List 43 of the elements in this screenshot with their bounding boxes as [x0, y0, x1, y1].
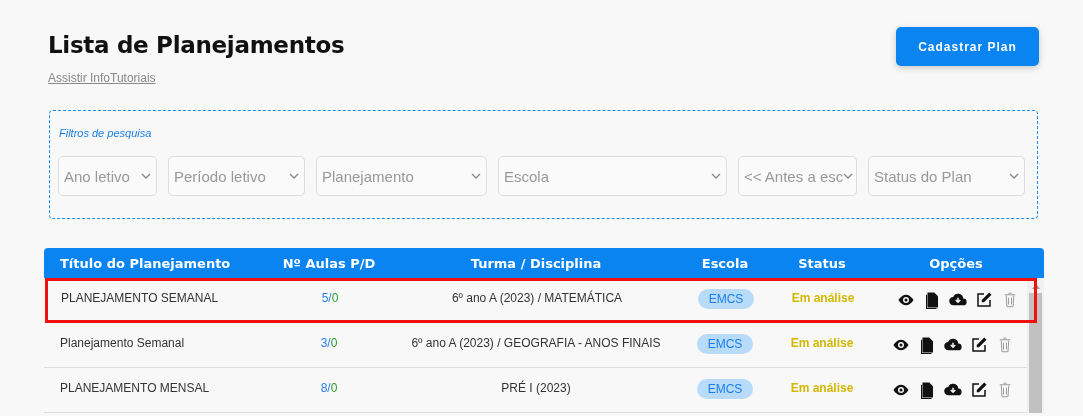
column-header: Nº Aulas P/D	[281, 255, 377, 271]
create-plan-button[interactable]: Cadastrar Plan	[896, 27, 1039, 66]
school-badge: EMCS	[696, 379, 754, 399]
column-header: Escola	[700, 255, 750, 271]
edit-icon[interactable]	[975, 291, 993, 309]
chevron-down-icon	[289, 173, 299, 179]
status-label: Em análise	[789, 381, 855, 395]
chevron-down-icon	[843, 173, 854, 179]
chevron-down-icon	[711, 173, 721, 179]
school-badge: EMCS	[697, 289, 755, 309]
column-header: Turma / Disciplina	[469, 255, 603, 271]
lesson-count: 3/0	[319, 336, 339, 350]
document-icon[interactable]	[923, 291, 941, 309]
plan-title: PLANEJAMENTO MENSAL	[59, 381, 211, 395]
edit-icon[interactable]	[969, 381, 988, 399]
filter-select[interactable]: Período letivo	[168, 156, 305, 196]
class-subject: 6º ano A (2023) / GEOGRAFIA - ANOS FINAIS	[410, 336, 662, 350]
column-header: Título do Planejamento	[59, 255, 232, 271]
column-header: Opções	[928, 255, 984, 271]
filter-select[interactable]: Escola	[498, 156, 727, 196]
class-subject: PRÉ I (2023)	[500, 381, 572, 395]
chevron-down-icon	[141, 173, 151, 179]
plan-title: PLANEJAMENTO SEMANAL	[60, 291, 220, 305]
edit-icon[interactable]	[969, 336, 988, 354]
filter-select[interactable]: Ano letivo	[58, 156, 157, 196]
filter-select[interactable]: << Antes a esc	[738, 156, 857, 196]
filter-select[interactable]: Planejamento	[316, 156, 487, 196]
class-subject: 6º ano A (2023) / MATEMÁTICA	[450, 291, 624, 305]
lesson-count: 8/0	[319, 381, 339, 395]
column-header: Status	[797, 255, 847, 271]
lesson-count: 5/0	[320, 291, 340, 305]
school-badge: EMCS	[696, 334, 754, 354]
filter-select[interactable]: Status do Plan	[868, 156, 1025, 196]
chevron-down-icon	[471, 173, 481, 179]
scrollbar[interactable]	[1027, 278, 1044, 413]
filter-legend: Filtros de pesquisa	[59, 127, 1029, 139]
status-label: Em análise	[789, 336, 855, 350]
chevron-down-icon	[1009, 173, 1019, 179]
page-title: Lista de Planejamentos	[48, 31, 345, 59]
plan-title: Planejamento Semanal	[59, 336, 186, 350]
tutorial-link[interactable]: Assistir InfoTutoriais	[48, 71, 156, 85]
status-label: Em análise	[790, 291, 856, 305]
scroll-up-icon[interactable]	[1031, 283, 1040, 289]
